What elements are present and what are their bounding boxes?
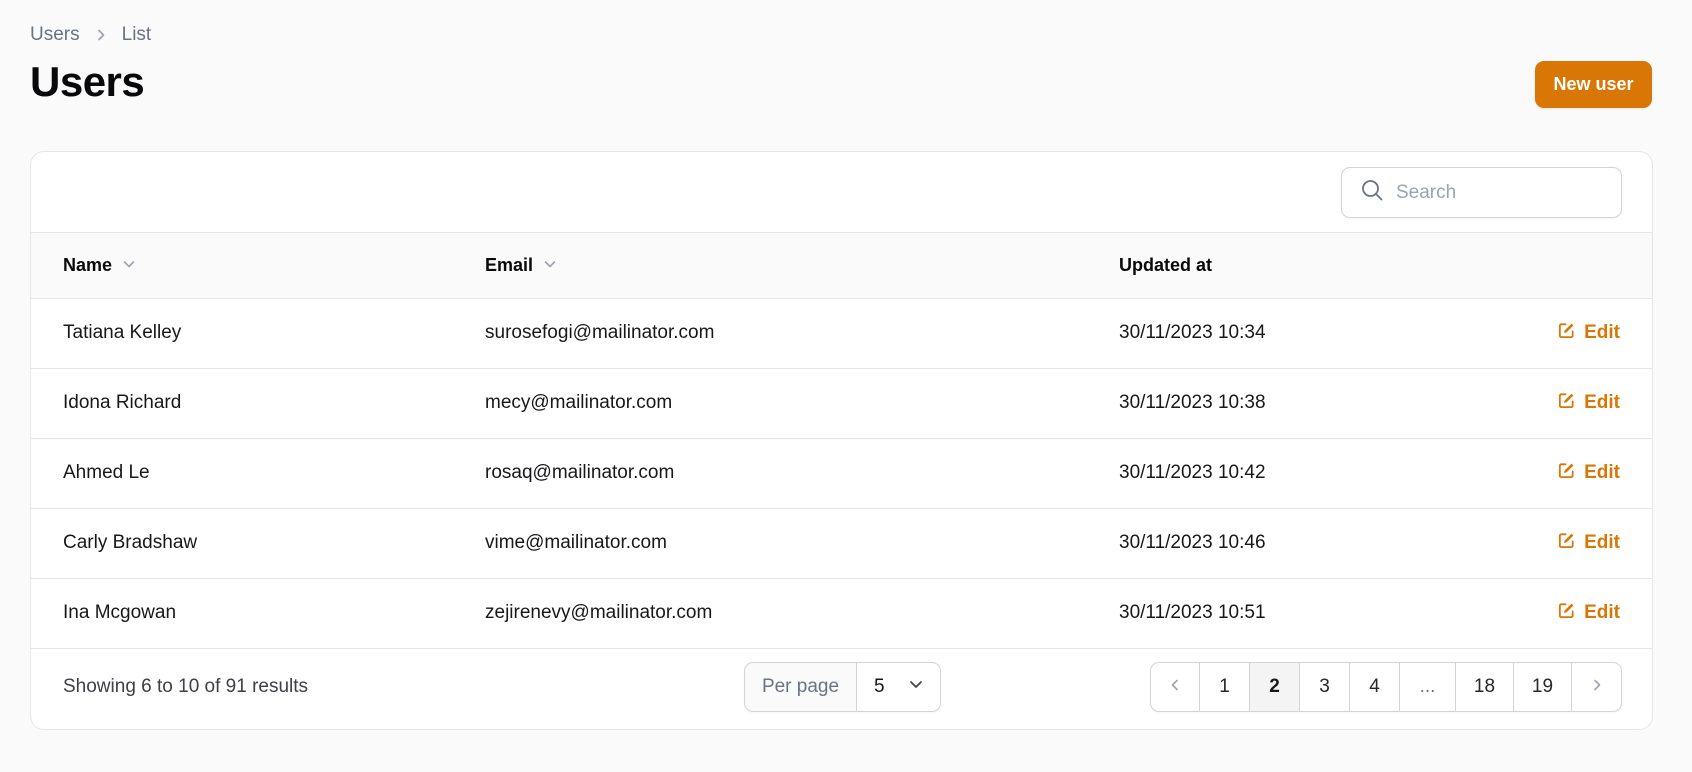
edit-label: Edit [1584,392,1620,413]
search-icon [1360,178,1384,207]
per-page-value: 5 [874,675,885,697]
users-table: Name Email Updated at Tatiana Kelley sur… [31,233,1652,649]
page-button-2-current[interactable]: 2 [1250,662,1300,711]
edit-label: Edit [1584,602,1620,623]
cell-name: Ina Mcgowan [63,602,177,623]
chevron-down-icon [543,255,557,276]
per-page-label: Per page [745,662,857,711]
table-row: Tatiana Kelley surosefogi@mailinator.com… [31,298,1652,368]
table-header-row: Name Email Updated at [31,233,1652,298]
chevron-right-icon [1590,676,1604,698]
cell-name: Ahmed Le [63,462,150,483]
cell-email: mecy@mailinator.com [485,392,673,413]
page-ellipsis: ... [1400,662,1456,711]
column-header-email[interactable]: Email [485,233,1119,298]
table-row: Carly Bradshaw vime@mailinator.com 30/11… [31,508,1652,578]
cell-actions: Edit [1442,508,1652,578]
edit-label: Edit [1584,532,1620,553]
page-button-18[interactable]: 18 [1456,662,1514,711]
cell-actions: Edit [1442,578,1652,648]
per-page-select[interactable]: 5 [857,663,940,711]
cell-actions: Edit [1442,438,1652,508]
chevron-down-icon [908,676,924,698]
page-button-19[interactable]: 19 [1514,662,1572,711]
pencil-square-icon [1557,531,1576,556]
edit-label: Edit [1584,462,1620,483]
page-button-4[interactable]: 4 [1350,662,1400,711]
table-row: Ahmed Le rosaq@mailinator.com 30/11/2023… [31,438,1652,508]
cell-updated: 30/11/2023 10:38 [1119,392,1266,413]
page-button-3[interactable]: 3 [1300,662,1350,711]
cell-updated: 30/11/2023 10:46 [1119,532,1266,553]
table-row: Idona Richard mecy@mailinator.com 30/11/… [31,368,1652,438]
cell-name: Carly Bradshaw [63,532,198,553]
cell-name: Idona Richard [63,392,182,413]
chevron-down-icon [122,255,136,276]
pencil-square-icon [1557,601,1576,626]
breadcrumb-current: List [121,24,152,45]
edit-button[interactable]: Edit [1557,391,1620,416]
search-input[interactable] [1396,181,1596,204]
edit-button[interactable]: Edit [1557,601,1620,626]
table-row: Ina Mcgowan zejirenevy@mailinator.com 30… [31,578,1652,648]
cell-email: vime@mailinator.com [485,532,667,553]
cell-updated: 30/11/2023 10:34 [1119,322,1266,343]
edit-button[interactable]: Edit [1557,321,1620,346]
cell-name: Tatiana Kelley [63,322,182,343]
column-email-label: Email [485,254,534,275]
column-header-name[interactable]: Name [31,233,485,298]
new-user-button[interactable]: New user [1535,61,1652,108]
column-header-actions [1442,233,1652,298]
breadcrumb: Users List [30,24,151,46]
cell-actions: Edit [1442,298,1652,368]
pencil-square-icon [1557,391,1576,416]
page-title: Users [30,58,145,105]
chevron-left-icon [1168,676,1182,698]
pencil-square-icon [1557,321,1576,346]
table-footer: Showing 6 to 10 of 91 results Per page 5… [31,649,1652,729]
page-button-1[interactable]: 1 [1200,662,1250,711]
search-box[interactable] [1341,167,1622,218]
cell-updated: 30/11/2023 10:51 [1119,602,1266,623]
edit-label: Edit [1584,322,1620,343]
chevron-right-icon [94,28,108,42]
edit-button[interactable]: Edit [1557,461,1620,486]
results-summary: Showing 6 to 10 of 91 results [63,675,309,697]
next-page-button[interactable] [1572,663,1621,711]
cell-email: rosaq@mailinator.com [485,462,675,483]
cell-email: zejirenevy@mailinator.com [485,602,713,623]
per-page-control: Per page 5 [744,661,941,712]
cell-updated: 30/11/2023 10:42 [1119,462,1266,483]
breadcrumb-users-link[interactable]: Users [30,24,80,46]
column-name-label: Name [63,254,113,275]
previous-page-button[interactable] [1151,662,1200,711]
table-toolbar [31,152,1652,233]
users-table-card: Name Email Updated at [30,151,1653,730]
pagination: 1 2 3 4 ... 18 19 [1150,661,1622,712]
edit-button[interactable]: Edit [1557,531,1620,556]
pencil-square-icon [1557,461,1576,486]
column-header-updated: Updated at [1119,254,1213,275]
cell-actions: Edit [1442,368,1652,438]
cell-email: surosefogi@mailinator.com [485,322,715,343]
